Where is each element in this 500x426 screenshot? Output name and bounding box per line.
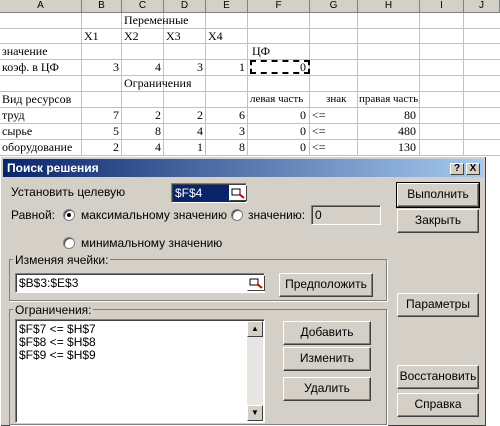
- cell-g9[interactable]: <=: [312, 140, 326, 155]
- spreadsheet-grid[interactable]: A B C D E F G H I J Переменные X1 X2 X3 …: [0, 0, 500, 160]
- constraints-scrollbar[interactable]: ▲ ▼: [247, 321, 263, 421]
- cell-variables-header[interactable]: Переменные: [124, 13, 188, 28]
- cell-h9[interactable]: 130: [358, 140, 416, 155]
- radio-selected-dot: [67, 213, 71, 217]
- gridline: [0, 28, 500, 29]
- scroll-down-icon[interactable]: ▼: [247, 405, 263, 421]
- radio-value-label[interactable]: значению:: [248, 208, 305, 222]
- cell-e8[interactable]: 3: [206, 124, 245, 139]
- changing-cells-label: Изменяя ячейки:: [13, 253, 111, 267]
- cell-right-side[interactable]: правая часть: [359, 92, 418, 107]
- range-select-icon: [249, 278, 263, 289]
- cell-b9[interactable]: 2: [82, 140, 119, 155]
- delete-constraint-button[interactable]: Удалить: [283, 377, 371, 401]
- equal-to-label: Равной:: [11, 208, 55, 222]
- cell-label-equipment[interactable]: оборудование: [2, 140, 72, 155]
- options-button[interactable]: Параметры: [397, 293, 479, 317]
- dialog-title: Поиск решения: [7, 161, 99, 175]
- changing-cells-ref-button[interactable]: [247, 275, 265, 291]
- help-button[interactable]: Справка: [397, 393, 479, 417]
- cell-g7[interactable]: <=: [312, 108, 326, 123]
- cell-x2[interactable]: X2: [124, 29, 139, 44]
- solver-dialog: Поиск решения ? X Установить целевую $F$…: [0, 156, 486, 426]
- column-header-f[interactable]: F: [248, 0, 310, 13]
- cell-c7[interactable]: 2: [122, 108, 161, 123]
- active-cell-marquee: [250, 60, 310, 74]
- solve-button[interactable]: Выполнить: [396, 182, 480, 208]
- column-header-c[interactable]: C: [122, 0, 164, 13]
- radio-max[interactable]: [63, 209, 75, 221]
- column-header-j[interactable]: J: [464, 0, 500, 13]
- column-header-a[interactable]: A: [0, 0, 82, 13]
- cell-f9[interactable]: 0: [248, 140, 306, 155]
- cell-b7[interactable]: 7: [82, 108, 119, 123]
- gridline: [0, 43, 500, 44]
- column-header-g[interactable]: G: [310, 0, 358, 13]
- radio-min-label[interactable]: минимальному значению: [81, 236, 222, 250]
- range-select-icon: [231, 188, 245, 199]
- cell-f8[interactable]: 0: [248, 124, 306, 139]
- column-header-e[interactable]: E: [206, 0, 248, 13]
- close-icon[interactable]: X: [466, 163, 480, 175]
- cell-d9[interactable]: 1: [164, 140, 203, 155]
- cell-e9[interactable]: 8: [206, 140, 245, 155]
- cell-x4[interactable]: X4: [208, 29, 223, 44]
- changing-cells-value: $B$3:$E$3: [19, 276, 79, 290]
- cell-resource-type[interactable]: Вид ресурсов: [2, 92, 71, 107]
- cell-d7[interactable]: 2: [164, 108, 203, 123]
- add-constraint-button[interactable]: Добавить: [283, 321, 371, 345]
- cell-sign[interactable]: знак: [326, 92, 346, 107]
- cell-h8[interactable]: 480: [358, 124, 416, 139]
- changing-cells-input[interactable]: $B$3:$E$3: [15, 273, 265, 293]
- gridline: [0, 75, 500, 76]
- cell-h7[interactable]: 80: [358, 108, 416, 123]
- cell-d4[interactable]: 3: [164, 60, 203, 75]
- column-header-b[interactable]: B: [82, 0, 122, 13]
- cell-c4[interactable]: 4: [122, 60, 161, 75]
- gridline: [419, 13, 420, 160]
- guess-button[interactable]: Предположить: [279, 273, 373, 297]
- cell-label-value[interactable]: значение: [2, 44, 48, 59]
- cell-label-labor[interactable]: труд: [2, 108, 25, 123]
- cell-b4[interactable]: 3: [82, 60, 119, 75]
- cell-label-material[interactable]: сырье: [2, 124, 32, 139]
- cell-left-side[interactable]: левая часть: [250, 92, 303, 107]
- column-header-d[interactable]: D: [164, 0, 206, 13]
- cell-constraints-header[interactable]: Ограничения: [124, 76, 191, 91]
- reset-all-button[interactable]: Восстановить: [397, 365, 479, 389]
- close-button[interactable]: Закрыть: [397, 209, 479, 233]
- scroll-up-icon[interactable]: ▲: [247, 321, 263, 337]
- dialog-titlebar[interactable]: Поиск решения ? X: [3, 159, 484, 177]
- cell-b8[interactable]: 5: [82, 124, 119, 139]
- cell-objective-label[interactable]: ЦФ: [252, 44, 270, 59]
- cell-c9[interactable]: 4: [122, 140, 161, 155]
- target-cell-value: $F$4: [175, 186, 203, 200]
- radio-max-label[interactable]: максимальному значению: [81, 208, 227, 222]
- value-of-text: 0: [315, 208, 322, 222]
- target-cell-label: Установить целевую: [11, 185, 126, 199]
- help-question-icon[interactable]: ?: [450, 163, 464, 175]
- column-header-i[interactable]: I: [420, 0, 464, 13]
- constraints-label: Ограничения:: [13, 303, 94, 317]
- cell-x1[interactable]: X1: [84, 29, 99, 44]
- cell-e4[interactable]: 1: [206, 60, 245, 75]
- cell-d8[interactable]: 4: [164, 124, 203, 139]
- cell-c8[interactable]: 8: [122, 124, 161, 139]
- radio-value[interactable]: [231, 209, 243, 221]
- gridline: [463, 13, 464, 160]
- cell-f7[interactable]: 0: [248, 108, 306, 123]
- radio-min[interactable]: [63, 237, 75, 249]
- cell-e7[interactable]: 6: [206, 108, 245, 123]
- target-cell-ref-button[interactable]: [229, 185, 247, 201]
- constraints-list[interactable]: $F$7 <= $H$7 $F$8 <= $H$8 $F$9 <= $H$9 ▲…: [15, 319, 265, 423]
- change-constraint-button[interactable]: Изменить: [283, 347, 371, 371]
- cell-g8[interactable]: <=: [312, 124, 326, 139]
- gridline: [309, 13, 310, 160]
- value-of-input[interactable]: 0: [311, 205, 381, 225]
- cell-label-coef[interactable]: коэф. в ЦФ: [2, 60, 59, 75]
- column-header-h[interactable]: H: [358, 0, 420, 13]
- constraint-item[interactable]: $F$9 <= $H$9: [16, 349, 264, 362]
- cell-x3[interactable]: X3: [166, 29, 181, 44]
